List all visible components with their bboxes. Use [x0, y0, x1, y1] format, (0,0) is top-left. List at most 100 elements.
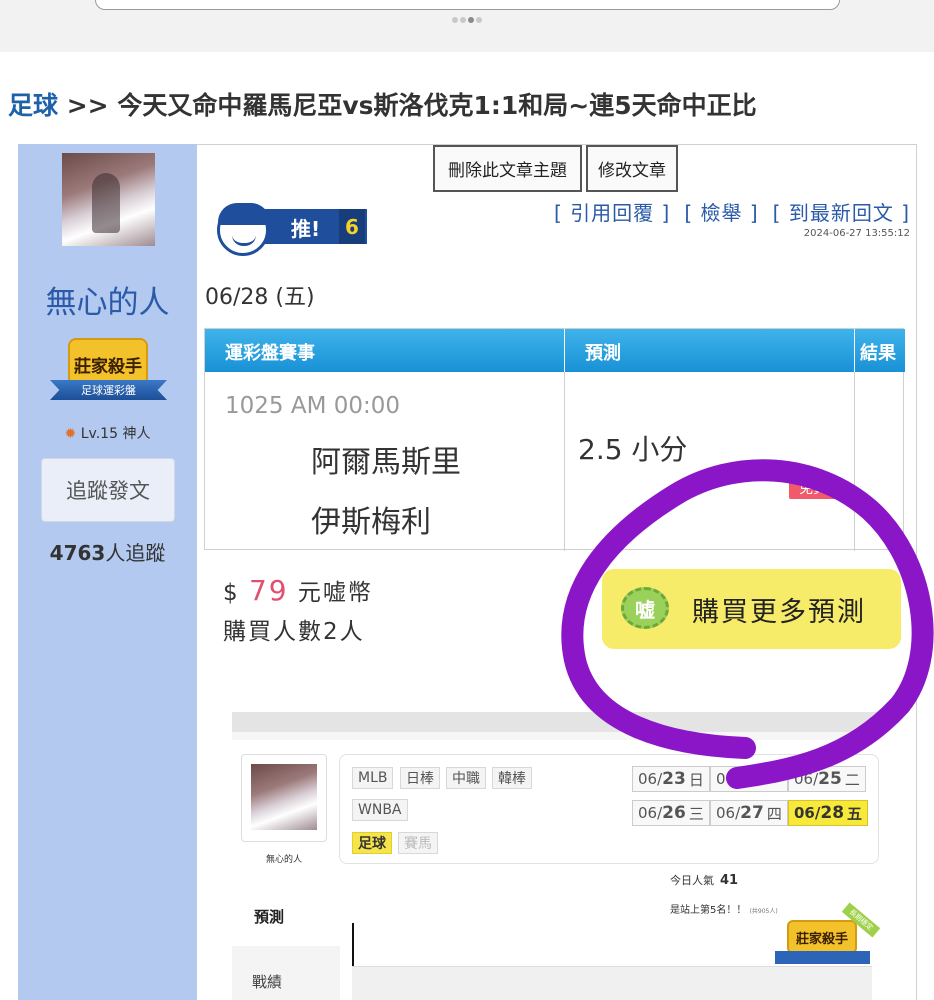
- free-badge: 免費: [789, 477, 837, 499]
- league-tag[interactable]: 日棒: [400, 767, 440, 789]
- thread-title: 足球 >> 今天又命中羅馬尼亞vs斯洛伐克1:1和局~連5天命中正比: [8, 86, 757, 122]
- home-team: 阿爾馬斯里: [311, 445, 461, 480]
- search-bar[interactable]: [95, 0, 840, 10]
- quote-reply-link[interactable]: [ 引用回覆 ]: [554, 201, 670, 225]
- rank-note: (共905人): [749, 908, 778, 915]
- embedded-topbar: [232, 712, 882, 732]
- column-divider: [854, 372, 855, 551]
- page-dot[interactable]: [476, 17, 482, 23]
- author-name[interactable]: 無心的人: [18, 277, 197, 322]
- league-tag[interactable]: MLB: [352, 767, 394, 789]
- price-currency: $: [223, 580, 240, 606]
- author-avatar[interactable]: [62, 153, 155, 246]
- league-tag-active[interactable]: 足球: [352, 832, 392, 854]
- prediction-value: 2.5 小分: [578, 433, 688, 466]
- date-tag[interactable]: 06/27 四: [710, 800, 788, 826]
- date-tag[interactable]: 06/23 日: [632, 766, 710, 792]
- page-dot[interactable]: [452, 17, 458, 23]
- date-tag-month: 06/: [716, 804, 741, 822]
- popularity: 今日人氣 41: [670, 872, 738, 888]
- date-tag-weekday: 五: [847, 804, 863, 823]
- date-tag-weekday: 二: [844, 770, 860, 789]
- rank-text: 是站上第5名！！: [670, 905, 747, 916]
- report-link[interactable]: [ 檢舉 ]: [684, 201, 758, 225]
- date-tag-num: 23: [662, 769, 686, 789]
- date-tag-num: 24: [740, 769, 764, 789]
- match-time: 1025 AM 00:00: [225, 393, 401, 419]
- push-button[interactable]: 推! 6: [217, 200, 367, 260]
- post-links: [ 引用回覆 ] [ 檢舉 ] [ 到最新回文 ]: [540, 197, 910, 226]
- date-tag-num: 26: [662, 803, 686, 823]
- sun-icon: ✹: [64, 426, 77, 442]
- date-tag[interactable]: 06/24 一: [710, 766, 788, 792]
- baseball-mascot-icon: [217, 203, 270, 256]
- date-tag-num: 25: [818, 769, 842, 789]
- embedded-avatar[interactable]: [251, 764, 317, 830]
- delete-topic-button[interactable]: 刪除此文章主題: [433, 145, 582, 192]
- date-tag-active[interactable]: 06/28 五: [788, 800, 869, 826]
- prediction-table: 運彩盤賽事 預測 結果 1025 AM 00:00 阿爾馬斯里 伊斯梅利 2.5…: [204, 328, 905, 551]
- followers-count: 4763人追蹤: [18, 537, 197, 566]
- follow-button[interactable]: 追蹤發文: [41, 458, 175, 522]
- embedded-tab-active-bg: [232, 884, 340, 946]
- league-tag[interactable]: WNBA: [352, 799, 408, 821]
- buy-more-button[interactable]: 嘘 購買更多預測: [602, 569, 901, 649]
- title-text: 今天又命中羅馬尼亞vs斯洛伐克1:1和局~連5天命中正比: [117, 91, 757, 120]
- date-tag-num: 27: [740, 803, 764, 823]
- price-line: $ 79 元嘘幣: [223, 573, 373, 607]
- embedded-tab-predict[interactable]: 預測: [254, 906, 284, 927]
- date-tag[interactable]: 06/25 二: [788, 766, 866, 792]
- embedded-input-area[interactable]: [352, 966, 872, 1000]
- author-level: ✹ Lv.15 神人: [18, 423, 197, 443]
- coin-icon: 嘘: [621, 587, 669, 629]
- scalloped-divider: [0, 44, 934, 54]
- date-tag-month: 06/: [794, 804, 821, 822]
- push-count: 6: [339, 209, 365, 244]
- title-separator: >>: [58, 91, 118, 120]
- site-rank: 是站上第5名！！ (共905人): [670, 901, 778, 916]
- league-tag[interactable]: 中職: [446, 767, 486, 789]
- post-timestamp: 2024-06-27 13:55:12: [803, 228, 910, 239]
- badge-subtitle: 足球運彩盤: [81, 384, 136, 397]
- text-cursor: [352, 923, 354, 967]
- category-link[interactable]: 足球: [8, 91, 58, 120]
- league-tag[interactable]: 賽馬: [398, 832, 438, 854]
- embedded-tab-record[interactable]: 戰績: [252, 971, 282, 992]
- embedded-rank-badge: 莊家殺手 長期穩定: [775, 902, 881, 968]
- price-amount: 79: [248, 574, 289, 607]
- date-tag-month: 06/: [716, 770, 741, 788]
- latest-reply-link[interactable]: [ 到最新回文 ]: [773, 201, 910, 225]
- header-result: 結果: [860, 343, 896, 364]
- date-tag[interactable]: 06/26 三: [632, 800, 710, 826]
- page-dot[interactable]: [460, 17, 466, 23]
- header-match: 運彩盤賽事: [225, 343, 315, 364]
- push-label: 推!: [291, 217, 321, 241]
- date-tag-weekday: 日: [688, 770, 704, 789]
- price-unit: 元嘘幣: [297, 580, 373, 606]
- column-divider: [564, 372, 565, 551]
- date-tag-num: 28: [820, 803, 845, 823]
- popularity-value: 41: [720, 873, 739, 888]
- page-indicator: [452, 17, 482, 23]
- date-tag-weekday: 四: [766, 804, 782, 823]
- level-text: Lv.15 神人: [80, 426, 151, 442]
- followers-number: 4763: [49, 541, 106, 565]
- embedded-side-tabs: [232, 884, 340, 1000]
- followers-suffix: 人追蹤: [105, 541, 166, 565]
- page-dot-active[interactable]: [468, 17, 474, 23]
- away-team: 伊斯梅利: [311, 505, 431, 540]
- badge-title: 莊家殺手: [74, 357, 142, 377]
- buyers-count: 購買人數2人: [223, 619, 365, 645]
- league-tag[interactable]: 韓棒: [492, 767, 532, 789]
- header-divider: [564, 329, 565, 372]
- date-tag-month: 06/: [794, 770, 819, 788]
- post-date: 06/28 (五): [205, 285, 315, 310]
- edit-post-button[interactable]: 修改文章: [586, 145, 678, 192]
- header-divider: [854, 329, 855, 372]
- date-tag-weekday: 一: [766, 770, 782, 789]
- popularity-label: 今日人氣: [670, 874, 714, 887]
- badge-ribbon: [775, 951, 870, 964]
- header-prediction: 預測: [585, 343, 621, 364]
- date-tag-month: 06/: [638, 804, 663, 822]
- embedded-username: 無心的人: [265, 855, 302, 865]
